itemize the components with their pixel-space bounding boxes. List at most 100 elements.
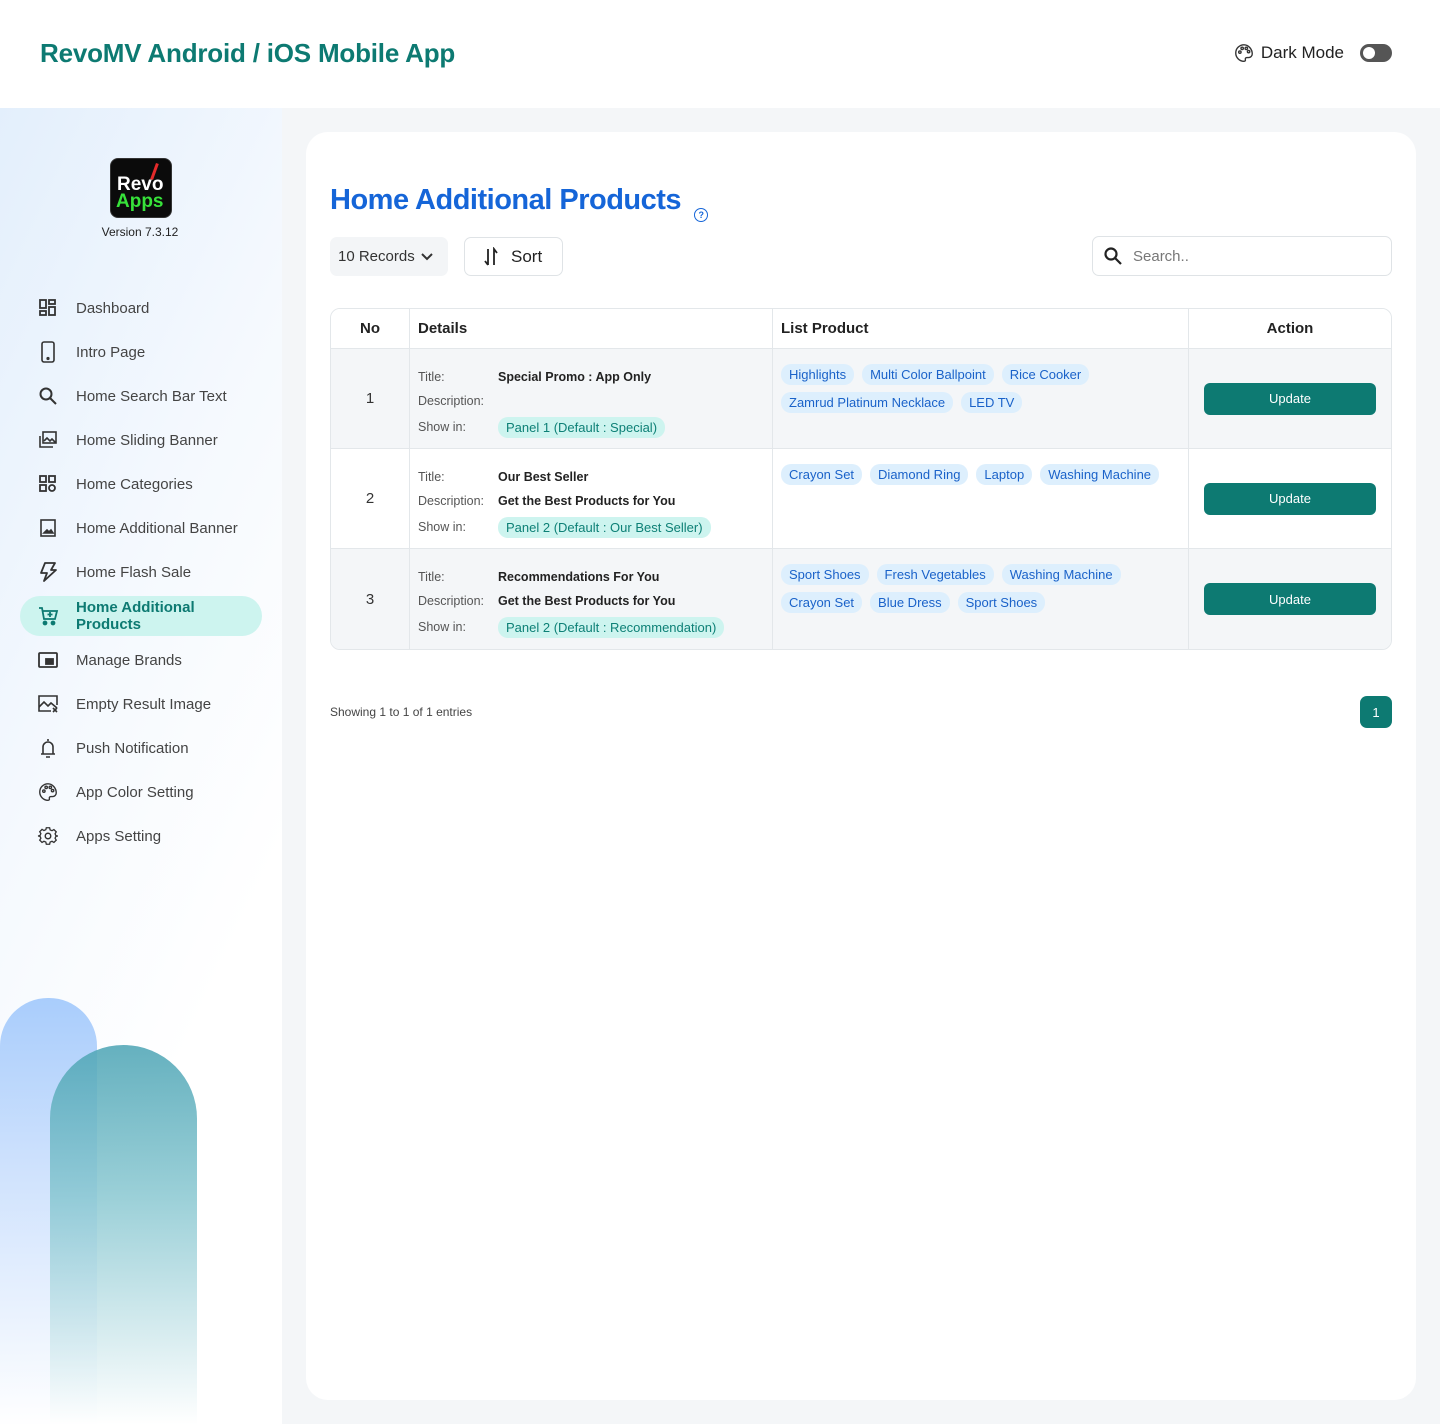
sidebar-item-dashboard[interactable]: Dashboard: [20, 288, 262, 328]
image-icon: [37, 517, 59, 539]
search-box[interactable]: [1092, 236, 1392, 276]
logo-text-apps: Apps: [116, 191, 164, 212]
sidebar-item-apps-setting[interactable]: Apps Setting: [20, 816, 262, 856]
header-no[interactable]: No: [331, 309, 410, 348]
sidebar-item-home-categories[interactable]: Home Categories: [20, 464, 262, 504]
phone-icon: [37, 341, 59, 363]
update-button[interactable]: Update: [1204, 382, 1376, 415]
row-description: Get the Best Products for You: [498, 494, 676, 508]
row-title: Our Best Seller: [498, 470, 589, 484]
sort-button[interactable]: Sort: [464, 237, 563, 276]
row-title: Special Promo : App Only: [498, 370, 652, 384]
entries-info: Showing 1 to 1 of 1 entries: [330, 705, 473, 719]
products-table: No Details List Product Action 1 Title: S…: [330, 308, 1392, 650]
search-icon: [37, 385, 59, 407]
update-button[interactable]: Update: [1204, 482, 1376, 515]
title-label: Title:: [418, 570, 445, 584]
sidebar-item-home-search-bar-text[interactable]: Home Search Bar Text: [20, 376, 262, 416]
search-input[interactable]: [1133, 247, 1373, 265]
row-products: Sport Shoes Fresh Vegetables Washing Mac…: [773, 549, 1189, 649]
header-list-product[interactable]: List Product: [773, 309, 1189, 348]
header-details[interactable]: Details: [410, 309, 773, 348]
table-row: 2 Title: Our Best Seller Description: Get …: [331, 449, 1391, 549]
page-title: Home Additional Products?: [330, 184, 708, 222]
palette-icon: [1235, 44, 1253, 62]
product-tag: Highlights: [781, 364, 855, 385]
row-details: Title: Our Best Seller Description: Get th…: [410, 449, 773, 548]
description-label: Description:: [418, 494, 484, 508]
gear-icon: [37, 825, 59, 847]
cart-plus-icon: [37, 605, 59, 627]
images-icon: [37, 429, 59, 451]
product-tag: Fresh Vegetables: [876, 564, 994, 585]
dark-mode-control[interactable]: Dark Mode: [1233, 42, 1392, 64]
title-label: Title:: [418, 470, 445, 484]
row-description: Get the Best Products for You: [498, 594, 676, 608]
sidebar-item-label: Home Sliding Banner: [76, 431, 218, 449]
search-icon: [1104, 247, 1122, 265]
sidebar-item-label: Apps Setting: [76, 827, 162, 845]
sidebar-item-label: Empty Result Image: [76, 695, 212, 713]
sidebar-item-label: Push Notification: [76, 739, 189, 757]
product-tag: Crayon Set: [781, 464, 863, 485]
dashboard-icon: [37, 297, 59, 319]
dark-mode-label: Dark Mode: [1260, 43, 1344, 62]
row-action: Update: [1189, 549, 1391, 649]
product-tag: Multi Color Ballpoint: [862, 364, 994, 385]
header-action: Action: [1266, 320, 1314, 337]
product-tag: Sport Shoes: [957, 592, 1046, 613]
categories-icon: [37, 473, 59, 495]
row-products: Highlights Multi Color Ballpoint Rice Co…: [773, 349, 1189, 448]
sort-label: Sort: [511, 246, 543, 266]
page-title-text: Home Additional Products: [330, 184, 682, 216]
sidebar: Revo Apps Version 7.3.12 Dashboard Intro…: [0, 108, 282, 1424]
pagination-page-1[interactable]: 1: [1360, 696, 1392, 728]
records-label: 10 Records: [338, 248, 415, 265]
main-area: Home Additional Products? 10 Records Sor…: [282, 108, 1440, 1424]
product-tag: Blue Dress: [870, 592, 950, 613]
sidebar-item-home-flash-sale[interactable]: Home Flash Sale: [20, 552, 262, 592]
image-x-icon: [37, 693, 59, 715]
product-tag: LED TV: [961, 392, 1023, 413]
update-button[interactable]: Update: [1204, 583, 1376, 615]
show-in-label: Show in:: [418, 420, 466, 434]
app-title: RevoMV Android / iOS Mobile App: [40, 38, 456, 68]
show-in-label: Show in:: [418, 620, 466, 634]
sidebar-item-label: Home Additional Banner: [76, 519, 238, 537]
sidebar-item-push-notification[interactable]: Push Notification: [20, 728, 262, 768]
sidebar-item-label: Home Search Bar Text: [76, 387, 227, 405]
product-tag: Zamrud Platinum Necklace: [781, 392, 954, 413]
sidebar-item-label: Dashboard: [76, 299, 150, 317]
records-per-page-select[interactable]: 10 Records: [330, 237, 448, 276]
sort-icon: [484, 246, 498, 266]
title-label: Title:: [418, 370, 445, 384]
table-row: 3 Title: Recommendations For You Descript…: [331, 549, 1391, 649]
flash-icon: [37, 561, 59, 583]
show-in-badge: Panel 1 (Default : Special): [498, 416, 666, 438]
row-products: Crayon Set Diamond Ring Laptop Washing M…: [773, 449, 1189, 548]
row-action: Update: [1189, 449, 1391, 548]
brand-icon: [37, 649, 59, 671]
sidebar-item-label: Intro Page: [76, 343, 146, 361]
show-in-label: Show in:: [418, 520, 466, 534]
sidebar-item-label: Manage Brands: [76, 651, 182, 669]
sidebar-item-intro-page[interactable]: Intro Page: [20, 332, 262, 372]
dark-mode-toggle[interactable]: [1360, 44, 1392, 62]
row-number: 2: [331, 449, 410, 548]
sidebar-item-label: Home Flash Sale: [76, 563, 192, 581]
row-action: Update: [1189, 349, 1391, 448]
sidebar-item-manage-brands[interactable]: Manage Brands: [20, 640, 262, 680]
chevron-down-icon: [421, 253, 433, 261]
show-in-badge: Panel 2 (Default : Recommendation): [498, 616, 725, 638]
sidebar-item-home-additional-banner[interactable]: Home Additional Banner: [20, 508, 262, 548]
sidebar-item-empty-result-image[interactable]: Empty Result Image: [20, 684, 262, 724]
sidebar-item-home-sliding-banner[interactable]: Home Sliding Banner: [20, 420, 262, 460]
table-header: No Details List Product Action: [331, 309, 1391, 349]
row-number: 1: [331, 349, 410, 448]
bell-icon: [37, 737, 59, 759]
sidebar-item-home-additional-products[interactable]: Home Additional Products: [20, 596, 262, 636]
help-icon[interactable]: ?: [694, 208, 708, 222]
sidebar-item-label: Home Categories: [76, 475, 193, 493]
product-tag: Washing Machine: [1001, 564, 1121, 585]
sidebar-item-app-color-setting[interactable]: App Color Setting: [20, 772, 262, 812]
